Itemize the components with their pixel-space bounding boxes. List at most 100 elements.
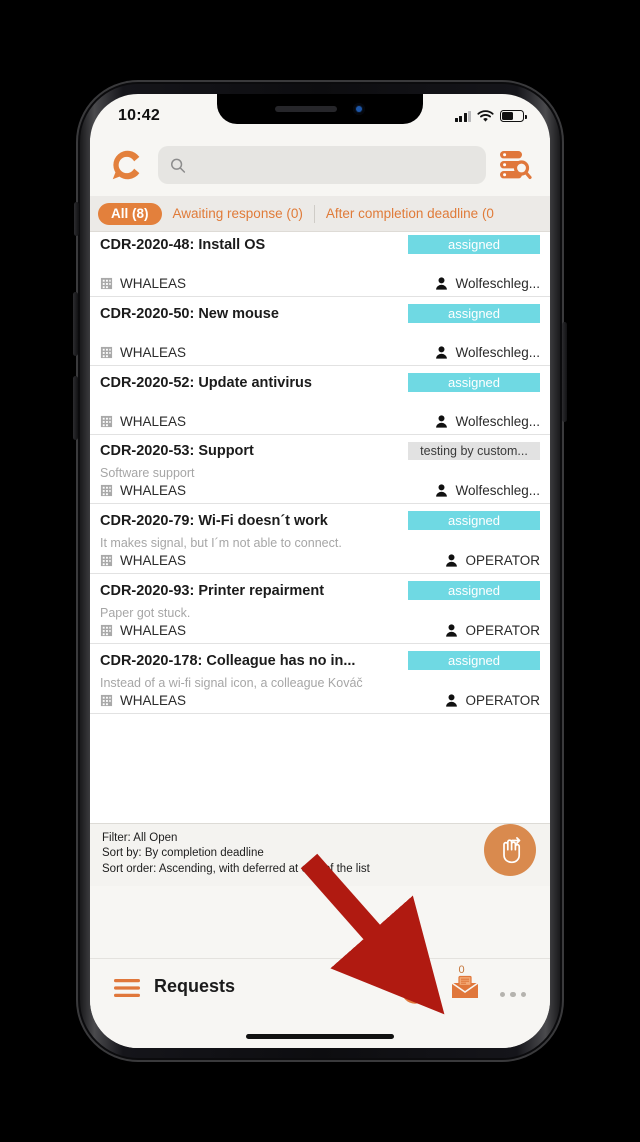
row-header: CDR-2020-53: Support testing by custom..… [100,435,540,460]
row-header: CDR-2020-93: Printer repairment assigned [100,574,540,600]
request-description [100,254,540,273]
assignee-name: Wolfeschleg... [455,345,540,360]
request-description: Software support [100,466,195,480]
phone-device-frame: 10:42 All (8) Awaiting response (0) Afte… [73,80,567,1062]
assignee-name: OPERATOR [465,623,540,638]
row-meta: WHALEAS Wolfeschleg... [100,273,540,296]
person-icon [436,277,448,290]
building-icon [100,277,113,290]
table-row[interactable]: CDR-2020-48: Install OS assigned WHALEAS [90,232,550,297]
table-row[interactable]: CDR-2020-178: Colleague has no in... ass… [90,644,550,714]
row-meta: WHALEAS OPERATOR [100,690,540,713]
company-meta: WHALEAS [100,693,186,708]
assignee-name: OPERATOR [465,693,540,708]
volume-down-button[interactable] [73,376,78,440]
row-header: CDR-2020-52: Update antivirus assigned [100,366,540,392]
request-list[interactable]: CDR-2020-48: Install OS assigned WHALEAS [90,232,550,886]
person-icon [446,694,458,707]
more-options-icon[interactable] [499,991,526,998]
battery-icon [500,110,527,122]
mute-switch-button[interactable] [74,202,79,236]
request-title: CDR-2020-50: New mouse [100,305,279,322]
bottom-bar-actions: 0 [400,964,526,1005]
filter-info-panel: Filter: All Open Sort by: By completion … [90,822,550,886]
request-description: It makes signal, but I´m not able to con… [100,536,342,550]
swipe-gesture-hand-icon [503,837,521,864]
person-icon [446,624,458,637]
table-row[interactable]: CDR-2020-50: New mouse assigned WHALEAS [90,297,550,366]
assignee-meta: OPERATOR [445,623,540,638]
company-name: WHALEAS [120,623,187,638]
assignee-meta: Wolfeschleg... [435,414,540,429]
table-row[interactable]: CDR-2020-52: Update antivirus assigned W… [90,366,550,435]
power-button[interactable] [562,322,567,422]
table-row[interactable]: CDR-2020-79: Wi-Fi doesn´t work assigned… [90,504,550,574]
swipe-gesture-fab[interactable] [484,824,536,876]
wifi-icon [477,109,494,122]
building-icon [100,484,113,497]
company-meta: WHALEAS [100,414,186,429]
search-input[interactable] [193,156,474,174]
building-icon [100,346,113,359]
person-icon [436,415,448,428]
bottom-navigation-bar: Requests 0 [90,958,550,1048]
front-camera-icon [353,103,365,115]
search-bar[interactable] [158,146,486,184]
request-description [100,392,540,411]
company-name: WHALEAS [120,414,187,429]
assignee-meta: OPERATOR [445,553,540,568]
table-row[interactable]: CDR-2020-53: Support testing by custom..… [90,435,550,504]
tab-all[interactable]: All (8) [98,202,162,225]
person-icon [446,554,458,567]
phone-screen: 10:42 All (8) Awaiting response (0) Afte… [90,94,550,1048]
filter-info-sort-by: Sort by: By completion deadline [102,847,264,859]
phone-notch [217,94,423,124]
status-bar-time: 10:42 [118,107,160,124]
assignee-meta: Wolfeschleg... [435,276,540,291]
building-icon [100,554,113,567]
assignee-name: Wolfeschleg... [455,276,540,291]
status-badge: testing by custom... [408,442,540,460]
status-badge: assigned [408,651,540,670]
request-title: CDR-2020-48: Install OS [100,236,266,253]
building-icon [100,415,113,428]
mail-button[interactable]: 0 [450,964,480,1005]
cellular-signal-icon [454,110,471,122]
tab-after-completion-deadline[interactable]: After completion deadline (0 [315,203,505,225]
building-icon [100,694,113,707]
app-logo-c-icon [112,150,140,180]
assignee-name: Wolfeschleg... [455,483,540,498]
request-title: CDR-2020-79: Wi-Fi doesn´t work [100,512,328,529]
plus-circle-icon[interactable] [400,975,430,1005]
status-badge: assigned [408,235,540,254]
company-name: WHALEAS [120,276,187,291]
tab-awaiting-response[interactable]: Awaiting response (0) [162,203,314,225]
row-meta: WHALEAS Wolfeschleg... [100,342,540,365]
filter-info-filter: Filter: All Open [102,831,178,844]
advanced-search-list-icon[interactable] [498,149,532,181]
mail-unread-badge: 0 [458,964,465,976]
request-title: CDR-2020-93: Printer repairment [100,582,325,599]
request-title: CDR-2020-53: Support [100,443,254,459]
filter-tabs[interactable]: All (8) Awaiting response (0) After comp… [90,196,550,232]
company-meta: WHALEAS [100,623,186,638]
app-header [90,138,550,196]
page-title: Requests [154,976,236,996]
envelope-icon [451,975,478,998]
company-meta: WHALEAS [100,276,186,291]
company-meta: WHALEAS [100,553,186,568]
assignee-name: Wolfeschleg... [455,414,540,429]
status-badge: assigned [408,511,540,530]
status-bar-icons [454,109,527,123]
hamburger-menu-icon[interactable] [114,979,140,997]
row-header: CDR-2020-79: Wi-Fi doesn´t work assigned [100,504,540,530]
table-row[interactable]: CDR-2020-93: Printer repairment assigned… [90,574,550,644]
building-icon [100,624,113,637]
volume-up-button[interactable] [73,292,78,356]
speaker-grille-icon [275,106,337,112]
assignee-name: OPERATOR [465,553,540,568]
company-meta: WHALEAS [100,345,186,360]
status-badge: assigned [408,373,540,392]
assignee-meta: Wolfeschleg... [435,345,540,360]
company-name: WHALEAS [120,345,187,360]
